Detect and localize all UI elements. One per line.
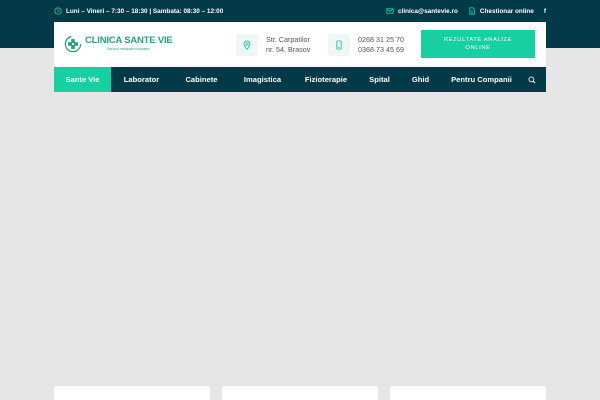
opening-hours: Luni – Vineri – 7:30 – 18:30 | Sambata: …: [54, 7, 223, 15]
address-line-2: nr. 54, Brasov: [266, 44, 311, 54]
nav-item-pentru-companii[interactable]: Pentru Companii: [440, 67, 523, 92]
online-results-button[interactable]: REZULTATE ANALIZE ONLINE: [421, 30, 535, 58]
phone-icon: [328, 33, 350, 56]
nav-search-button[interactable]: [523, 67, 541, 92]
phone-number-2[interactable]: 0368 73 45 69: [358, 45, 404, 55]
facebook-icon: f: [543, 7, 546, 15]
feature-card-1: [54, 386, 210, 400]
document-icon: [468, 7, 476, 15]
nav-item-spital[interactable]: Spital: [358, 67, 401, 92]
nav-item-cabinete[interactable]: Cabinete: [172, 67, 231, 92]
facebook-link[interactable]: f: [544, 8, 546, 15]
logo-text: CLINICA SANTE VIE Servicii medicale comp…: [85, 36, 173, 51]
envelope-icon: [386, 7, 394, 15]
address-block: Str. Carpatilor nr. 54, Brasov: [236, 32, 310, 57]
feature-card-2: [222, 386, 378, 400]
feature-card-3: [390, 386, 546, 400]
survey-text: Chestionar online: [479, 7, 534, 15]
main-nav: Sante Vie Laborator Cabinete Imagistica …: [54, 67, 546, 92]
logo-tagline: Servicii medicale complete: [107, 46, 150, 51]
phone-block: 0268 31 25 70 0368 73 45 69: [328, 32, 404, 57]
map-pin-icon: [236, 33, 258, 56]
header: CLINICA SANTE VIE Servicii medicale comp…: [54, 22, 546, 67]
logo-title: CLINICA SANTE VIE: [85, 35, 173, 47]
logo[interactable]: CLINICA SANTE VIE Servicii medicale comp…: [64, 34, 173, 54]
email-text: clinica@santevie.ro: [398, 7, 458, 15]
phone-numbers: 0268 31 25 70 0368 73 45 69: [358, 35, 404, 55]
top-bar-inner: Luni – Vineri – 7:30 – 18:30 | Sambata: …: [54, 0, 546, 22]
nav-item-laborator[interactable]: Laborator: [111, 67, 172, 92]
top-bar-left: Luni – Vineri – 7:30 – 18:30 | Sambata: …: [54, 7, 223, 15]
logo-cross-icon: [64, 35, 82, 53]
survey-link[interactable]: Chestionar online: [468, 7, 534, 15]
nav-item-sante-vie[interactable]: Sante Vie: [54, 67, 111, 92]
top-bar-right: clinica@santevie.ro Chestionar online f: [386, 7, 546, 15]
email-link[interactable]: clinica@santevie.ro: [386, 7, 458, 15]
opening-hours-text: Luni – Vineri – 7:30 – 18:30 | Sambata: …: [66, 7, 224, 15]
search-icon: [528, 76, 536, 84]
clock-icon: [54, 7, 62, 15]
nav-item-ghid[interactable]: Ghid: [401, 67, 440, 92]
nav-item-fizioterapie[interactable]: Fizioterapie: [294, 67, 358, 92]
phone-number-1[interactable]: 0268 31 25 70: [358, 35, 404, 45]
address-text: Str. Carpatilor nr. 54, Brasov: [266, 35, 310, 55]
address-line-1: Str. Carpatilor: [266, 34, 310, 44]
nav-item-imagistica[interactable]: Imagistica: [231, 67, 294, 92]
